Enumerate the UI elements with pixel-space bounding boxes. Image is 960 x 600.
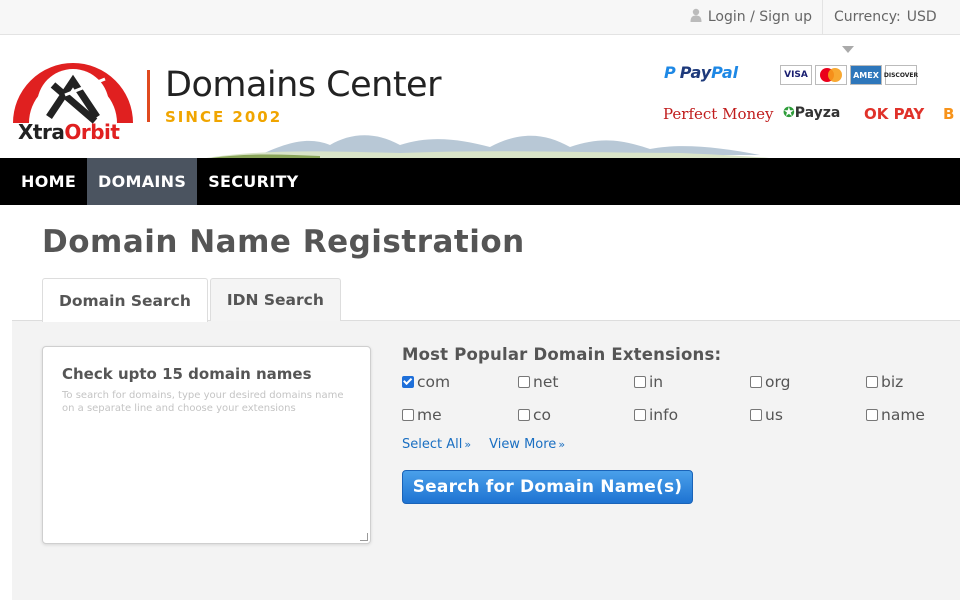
extension-links: Select All» View More» (402, 437, 565, 452)
currency-value: USD (906, 9, 937, 25)
checkbox-icon[interactable] (518, 408, 530, 421)
amex-icon: AMEX (850, 65, 882, 85)
login-link[interactable]: Login / Sign up (680, 0, 823, 34)
paypal-icon: P (664, 63, 676, 82)
ext-me[interactable]: me (402, 405, 518, 424)
currency-label: Currency: (834, 9, 901, 25)
mastercard-icon (815, 65, 847, 85)
logo-wordmark: XtraOrbit (18, 120, 120, 144)
checkbox-icon[interactable] (750, 408, 762, 421)
checkbox-icon[interactable] (518, 375, 530, 388)
checkbox-icon[interactable] (402, 375, 414, 388)
tab-domain-search[interactable]: Domain Search (42, 278, 208, 322)
checkbox-icon[interactable] (634, 408, 646, 421)
payza-icon: ✪ (783, 105, 795, 121)
main-nav: HOME DOMAINS SECURITY (0, 158, 960, 205)
bitcoin-icon: B (943, 105, 955, 123)
ext-org[interactable]: org (750, 372, 866, 391)
checkbox-icon[interactable] (402, 408, 414, 421)
caret-down-icon (842, 46, 854, 53)
brand-title: Domains Center (165, 65, 441, 105)
ext-info[interactable]: info (634, 405, 750, 424)
ext-name[interactable]: name (866, 405, 960, 424)
hills-illustration (200, 123, 780, 158)
search-domains-button[interactable]: Search for Domain Name(s) (402, 470, 693, 504)
extensions-grid: com net in org biz me co info us name (402, 372, 960, 424)
currency-selector[interactable]: Currency: USD (823, 0, 960, 34)
page-title: Domain Name Registration (42, 224, 525, 260)
textarea-placeholder: To search for domains, type your desired… (62, 390, 344, 414)
resize-handle[interactable] (360, 533, 368, 541)
top-utility-bar: Login / Sign up Currency: USD (0, 0, 960, 35)
ext-co[interactable]: co (518, 405, 634, 424)
select-all-link[interactable]: Select All» (402, 437, 471, 452)
login-label: Login / Sign up (707, 9, 812, 25)
tab-idn-search[interactable]: IDN Search (209, 278, 341, 321)
ext-net[interactable]: net (518, 372, 634, 391)
extensions-title: Most Popular Domain Extensions: (402, 345, 722, 364)
nav-security[interactable]: SECURITY (197, 158, 309, 205)
checkbox-icon[interactable] (866, 408, 878, 421)
textarea-title: Check upto 15 domain names (62, 365, 312, 383)
chevron-right-icon: » (558, 438, 566, 451)
ext-com[interactable]: com (402, 372, 518, 391)
ext-us[interactable]: us (750, 405, 866, 424)
nav-domains[interactable]: DOMAINS (87, 158, 198, 205)
payza-logo: ✪ Payza (783, 105, 841, 121)
visa-icon: VISA (780, 65, 812, 85)
site-header: XtraOrbit Domains Center SINCE 2002 P Pay… (0, 35, 960, 158)
user-icon (690, 8, 702, 26)
search-tabs: Domain Search IDN Search (42, 278, 341, 322)
ext-in[interactable]: in (634, 372, 750, 391)
domain-names-textarea[interactable]: Check upto 15 domain names To search for… (42, 346, 371, 544)
view-more-link[interactable]: View More» (489, 437, 565, 452)
chevron-right-icon: » (464, 438, 472, 451)
brand-divider (147, 70, 150, 122)
okpay-logo: OK PAY (864, 105, 925, 123)
discover-icon: DISCOVER (884, 65, 918, 85)
ext-biz[interactable]: biz (866, 372, 960, 391)
paypal-logo: P Pay Pal (664, 63, 739, 82)
checkbox-icon[interactable] (634, 375, 646, 388)
checkbox-icon[interactable] (750, 375, 762, 388)
card-logos: VISA AMEX DISCOVER (780, 65, 918, 85)
perfect-money-logo: Perfect Money (663, 105, 774, 123)
nav-home[interactable]: HOME (0, 158, 87, 205)
checkbox-icon[interactable] (866, 375, 878, 388)
